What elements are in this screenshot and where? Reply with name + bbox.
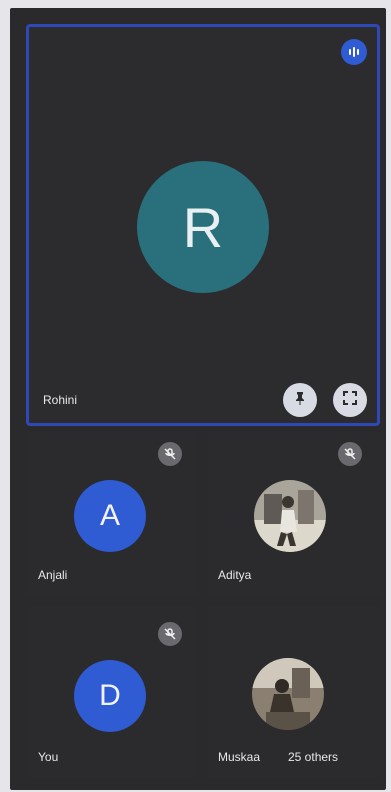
audio-level-icon (341, 39, 367, 65)
participant-tile[interactable]: A Anjali (26, 432, 196, 598)
mic-off-icon (158, 622, 182, 646)
participant-tile[interactable]: Aditya (206, 432, 380, 598)
participant-tile-others[interactable]: Muskaa 25 others (206, 606, 380, 778)
mic-off-icon (158, 442, 182, 466)
participant-name: You (38, 750, 59, 764)
participant-avatar: D (74, 660, 146, 732)
participant-name: Aditya (218, 568, 252, 582)
pin-button[interactable] (283, 383, 317, 417)
pin-icon (292, 390, 308, 411)
speaker-avatar: R (137, 161, 269, 293)
participant-photo (254, 480, 326, 552)
fullscreen-button[interactable] (333, 383, 367, 417)
participant-photo (252, 658, 324, 730)
speaker-tile[interactable]: R Rohini (26, 24, 380, 426)
participant-name: Anjali (38, 568, 68, 582)
fullscreen-icon (342, 390, 358, 411)
others-count: 25 others (288, 750, 339, 764)
participant-name: Muskaa (218, 750, 261, 764)
participant-avatar: A (74, 480, 146, 552)
participant-tile[interactable]: D You (26, 606, 196, 778)
mic-off-icon (338, 442, 362, 466)
speaker-name: Rohini (43, 393, 78, 407)
